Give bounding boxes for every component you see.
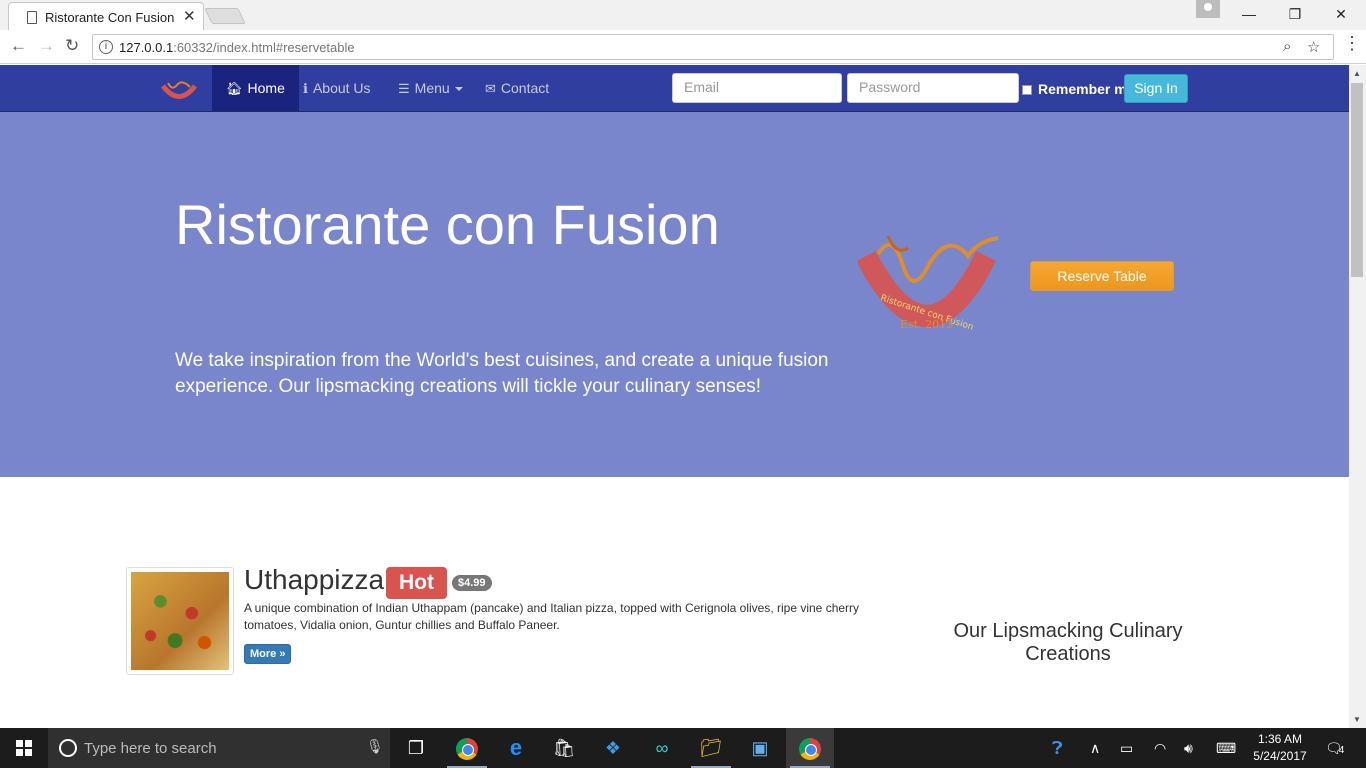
chevron-up-icon[interactable]: ∧ (1090, 728, 1100, 768)
close-tab-icon[interactable]: ✕ (183, 7, 196, 25)
scrollbar-thumb[interactable] (1351, 83, 1363, 277)
wifi-icon[interactable]: ◠ (1154, 728, 1166, 768)
site-title: Ristorante con Fusion (175, 193, 720, 256)
address-bar[interactable]: i 127.0.0.1:60332/index.html#reservetabl… (92, 34, 1334, 60)
browser-tabstrip: Ristorante Con Fusion ✕ — ❐ ✕ (0, 0, 1366, 30)
caret-down-icon (454, 87, 463, 92)
url-text: 127.0.0.1:60332/index.html#reservetable (119, 40, 355, 55)
back-icon[interactable]: ← (10, 36, 27, 56)
windows-start-icon[interactable] (16, 740, 32, 756)
document-icon (27, 11, 37, 24)
nav-menu[interactable]: ☰ Menu (384, 65, 477, 111)
svg-text:Est. 2013: Est. 2013 (900, 318, 953, 331)
cortana-icon (59, 739, 77, 757)
file-explorer-icon[interactable]: 📁︎ (687, 728, 735, 768)
reload-icon[interactable]: ↻ (65, 36, 79, 56)
browser-tab[interactable]: Ristorante Con Fusion ✕ (8, 2, 204, 30)
scroll-up-icon[interactable]: ▲ (1353, 69, 1361, 78)
notifications-icon[interactable]: 🗨︎4 (1325, 728, 1344, 768)
browser-toolbar: ← → ↻ i 127.0.0.1:60332/index.html#reser… (0, 30, 1366, 64)
bookmark-star-icon[interactable]: ☆ (1307, 38, 1320, 56)
microphone-icon[interactable]: 🎙︎ (366, 738, 384, 755)
zoom-icon[interactable]: ⌕ (1283, 38, 1291, 55)
store-icon[interactable]: 🛍︎ (540, 728, 588, 768)
arduino-icon[interactable]: ∞ (638, 728, 686, 768)
info-icon[interactable]: i (99, 40, 113, 54)
profile-icon[interactable] (1196, 0, 1220, 18)
side-heading: Our Lipsmacking Culinary Creations (953, 620, 1183, 665)
nav-about[interactable]: ℹ About Us (289, 65, 385, 111)
brand-logo[interactable] (160, 77, 198, 103)
restaurant-logo: Ristorante con Fusion Est. 2013 (858, 235, 999, 333)
task-view-icon[interactable]: ❐ (392, 728, 440, 768)
close-window-icon[interactable]: ✕ (1318, 0, 1364, 28)
home-icon: 🏠︎ (226, 81, 243, 96)
remember-checkbox[interactable] (1022, 85, 1032, 95)
hot-label: Hot (386, 567, 447, 599)
tab-title: Ristorante Con Fusion (45, 10, 175, 25)
dish-name: Uthappizza (244, 564, 385, 595)
taskbar-clock[interactable]: 1:36 AM 5/24/2017 (1252, 731, 1308, 765)
reserve-table-button[interactable]: Reserve Table (1030, 261, 1174, 291)
envelope-icon: ✉ (485, 81, 496, 96)
dropbox-icon[interactable]: ❖ (589, 728, 637, 768)
site-navbar: 🏠︎ Home ℹ About Us ☰ Menu ✉ Contact Email Pa… (0, 65, 1349, 112)
keyboard-icon[interactable]: ⌨ (1216, 728, 1236, 768)
nav-contact[interactable]: ✉ Contact (471, 65, 563, 111)
help-icon[interactable]: ❓︎ (1052, 728, 1063, 768)
jumbotron: Ristorante con Fusion We take inspiratio… (0, 112, 1349, 477)
email-input[interactable]: Email (672, 73, 842, 103)
edge-icon[interactable]: e (492, 728, 540, 768)
chrome-taskbar-icon[interactable] (443, 728, 491, 768)
info-circle-icon: ℹ (303, 81, 308, 96)
more-button[interactable]: More » (244, 644, 292, 664)
app-icon[interactable]: ▣ (736, 728, 784, 768)
battery-icon[interactable]: ▭ (1120, 728, 1133, 768)
restore-icon[interactable]: ❐ (1272, 0, 1318, 28)
web-page: 🏠︎ Home ℹ About Us ☰ Menu ✉ Contact Email Pa… (0, 65, 1349, 728)
nav-home[interactable]: 🏠︎ Home (212, 65, 299, 111)
taskbar-search[interactable]: Type here to search 🎙︎ (48, 728, 390, 768)
dish-description: A unique combination of Indian Uthappam … (244, 601, 860, 632)
scroll-down-icon[interactable]: ▼ (1353, 715, 1361, 724)
password-input[interactable]: Password (847, 73, 1019, 103)
new-tab-button[interactable] (204, 8, 246, 24)
price-badge: $4.99 (452, 575, 492, 591)
remember-me[interactable]: Remember me (1022, 81, 1135, 97)
page-scrollbar[interactable]: ▲ ▼ (1349, 65, 1366, 728)
browser-menu-icon[interactable]: ⋮ (1343, 33, 1361, 54)
chrome-active-icon[interactable] (786, 728, 834, 768)
forward-icon[interactable]: → (38, 36, 55, 56)
sign-in-button[interactable]: Sign In (1124, 74, 1188, 103)
minimize-icon[interactable]: — (1226, 0, 1272, 28)
site-tagline: We take inspiration from the World's bes… (175, 350, 829, 397)
dish-image (126, 567, 234, 675)
windows-taskbar: Type here to search 🎙︎ ❐ e 🛍︎ ❖ ∞ 📁︎ ▣ ❓… (0, 728, 1366, 768)
volume-icon[interactable]: 🔊︎ (1184, 728, 1193, 768)
list-icon: ☰ (398, 81, 410, 96)
